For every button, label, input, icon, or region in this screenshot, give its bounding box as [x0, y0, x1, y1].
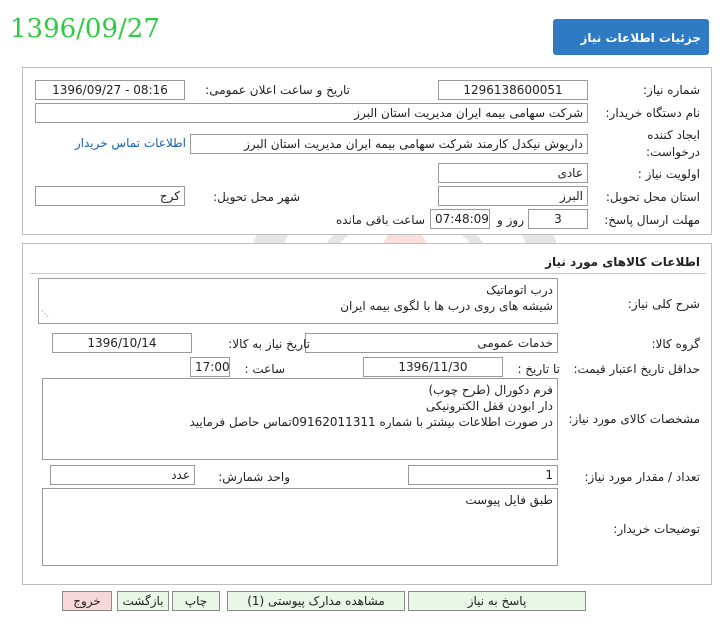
creator-label-line2: درخواست: — [646, 145, 700, 159]
to-date-field: 1396/11/30 — [363, 357, 503, 377]
specs-line-3: در صورت اطلاعات بیشتر با شماره 091620113… — [189, 415, 553, 429]
buyer-notes-label: توضیحات خریدار: — [613, 522, 700, 536]
unit-field: عدد — [50, 465, 195, 485]
page-title: جزئیات اطلاعات نیاز — [553, 19, 709, 55]
need-date-label: تاریخ نیاز به کالا: — [228, 337, 310, 351]
time-label: ساعت : — [244, 362, 285, 376]
date-stamp: 1396/09/27 — [10, 14, 160, 44]
announce-field: 1396/09/27 - 08:16 — [35, 80, 185, 100]
print-button[interactable]: چاپ — [172, 591, 220, 611]
province-field: البرز — [438, 186, 588, 206]
view-attachments-button[interactable]: مشاهده مدارک پیوستی (1) — [227, 591, 405, 611]
creator-field: داریوش نیکدل کارمند شرکت سهامی بیمه ایرا… — [190, 134, 588, 154]
contact-buyer-link[interactable]: اطلاعات تماس خریدار — [60, 136, 186, 150]
buyer-notes-textarea: طبق فایل پیوست — [42, 488, 558, 566]
creator-label: ایجاد کننده درخواست: — [600, 127, 700, 161]
specs-line-2: دار ابودن قفل الکترونیکی — [425, 399, 553, 413]
city-label: شهر محل تحویل: — [213, 190, 300, 204]
priority-field: عادی — [438, 163, 588, 183]
qty-field: 1 — [408, 465, 558, 485]
city-field: کرج — [35, 186, 185, 206]
back-button[interactable]: بازگشت — [117, 591, 169, 611]
goods-divider — [30, 273, 706, 274]
summary-line-1: درب اتوماتیک — [486, 283, 553, 297]
buyer-org-field: شرکت سهامی بیمه ایران مدیریت استان البرز — [35, 103, 588, 123]
summary-line-2: شیشه های روی درب ها با لگوی بیمه ایران — [340, 299, 553, 313]
buyer-org-label: نام دستگاه خریدار: — [605, 106, 701, 120]
remaining-label: ساعت باقی مانده — [335, 213, 425, 227]
need-number-label: شماره نیاز: — [643, 83, 700, 97]
time-field: 17:00 — [190, 357, 230, 377]
group-label: گروه کالا: — [651, 337, 701, 351]
resize-handle-icon[interactable]: ⋰ — [41, 306, 49, 322]
province-label: استان محل تحویل: — [605, 190, 700, 204]
deadline-days-field: 3 — [528, 209, 588, 229]
specs-label: مشخصات کالای مورد نیاز: — [568, 412, 700, 426]
need-number-field: 1296138600051 — [438, 80, 588, 100]
creator-label-line1: ایجاد کننده — [647, 128, 700, 142]
need-date-field: 1396/10/14 — [52, 333, 192, 353]
reply-button[interactable]: پاسخ به نیاز — [408, 591, 586, 611]
days-word: روز و — [497, 213, 524, 227]
summary-textarea: درب اتوماتیک شیشه های روی درب ها با لگوی… — [38, 278, 558, 324]
exit-button[interactable]: خروج — [62, 591, 112, 611]
specs-textarea: فرم دکورال (طرح چوب) دار ابودن قفل الکتر… — [42, 378, 558, 460]
group-field: خدمات عمومی — [305, 333, 558, 353]
announce-label: تاریخ و ساعت اعلان عمومی: — [205, 83, 350, 97]
priority-label: اولویت نیاز : — [637, 167, 700, 181]
qty-label: تعداد / مقدار مورد نیاز: — [584, 470, 700, 484]
buyer-notes-text: طبق فایل پیوست — [465, 493, 553, 507]
summary-label: شرح کلی نیاز: — [627, 297, 700, 311]
goods-section-title: اطلاعات کالاهای مورد نیاز — [545, 255, 700, 269]
specs-line-1: فرم دکورال (طرح چوب) — [428, 383, 553, 397]
to-date-label: تا تاریخ : — [517, 362, 560, 376]
deadline-label: مهلت ارسال پاسخ: — [604, 213, 700, 227]
unit-label: واحد شمارش: — [218, 470, 290, 484]
deadline-time-field: 07:48:09 — [430, 209, 490, 229]
validity-label: حداقل تاریخ اعتبار قیمت: — [573, 362, 700, 376]
